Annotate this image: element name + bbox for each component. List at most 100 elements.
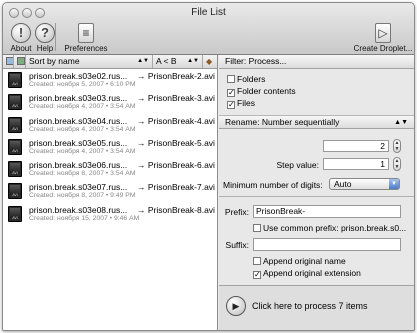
about-label: About <box>10 44 32 53</box>
file-list-pane: Sort by name ▲▼ A < B ▲▼ ◆ AVI prison.br… <box>3 55 218 330</box>
file-new-name: → PrisonBreak-8.avi <box>137 204 215 215</box>
file-list-item[interactable]: AVI prison.break.s03e08.rus... → PrisonB… <box>3 203 217 225</box>
rename-section: Rename: Number sequentially ▲▼ First num… <box>219 115 414 285</box>
folder-contents-checkbox[interactable]: ✓ Folder contents <box>227 86 296 97</box>
file-new-name: → PrisonBreak-6.avi <box>137 160 215 171</box>
filter-header[interactable]: Filter: Process... <box>219 55 414 69</box>
about-icon: ! <box>11 23 31 43</box>
file-list: AVI prison.break.s03e02.rus... → PrisonB… <box>3 69 217 225</box>
about-button[interactable]: ! About <box>9 23 33 53</box>
add-files-icon <box>6 57 13 65</box>
order-popup[interactable]: A < B ▲▼ <box>153 55 203 68</box>
rename-title: Rename: Number sequentially <box>225 117 340 127</box>
video-file-icon: AVI <box>8 183 22 200</box>
tag-icon: ◆ <box>206 57 213 66</box>
file-list-item[interactable]: AVI prison.break.s03e04.rus... → PrisonB… <box>3 114 217 136</box>
tag-column-button[interactable]: ◆ <box>203 55 217 68</box>
folders-label: Folders <box>237 74 266 84</box>
help-label: Help <box>36 44 54 53</box>
toolbar-separator <box>55 23 56 51</box>
file-new-name: → PrisonBreak-7.avi <box>137 182 215 193</box>
step-value-stepper[interactable]: ▲ ▼ <box>393 157 401 171</box>
file-created-date: Created: ноября 4, 2007 • 3:54 AM <box>29 125 136 133</box>
file-list-item[interactable]: AVI prison.break.s03e07.rus... → PrisonB… <box>3 180 217 202</box>
rename-popup-arrow-icon: ▲▼ <box>394 119 408 126</box>
sort-popup-arrow-icon: ▲▼ <box>137 58 149 64</box>
file-new-name: → PrisonBreak-5.avi <box>137 137 215 148</box>
folders-checkbox[interactable]: Folders <box>227 74 265 84</box>
step-value-field[interactable]: 1 <box>323 158 389 170</box>
file-created-date: Created: ноября 8, 2007 • 3:54 AM <box>29 170 136 178</box>
help-icon: ? <box>35 23 55 43</box>
create-droplet-button[interactable]: ▷ Create Droplet... <box>353 23 413 53</box>
files-label: Files <box>237 98 255 108</box>
create-droplet-label: Create Droplet... <box>353 44 413 53</box>
video-file-icon: AVI <box>8 116 22 133</box>
window-title: File List <box>191 7 226 18</box>
folders-checkbox-box <box>227 75 235 83</box>
remove-files-icon <box>17 57 25 65</box>
use-common-prefix-checkbox[interactable]: Use common prefix: prison.break.s0... <box>253 223 406 233</box>
settings-pane: Filter: Process... Folders ✓ Folder conte… <box>219 55 414 330</box>
file-list-window: File List ! About ? Help ≡ Preferences ▷… <box>2 2 415 331</box>
file-list-item[interactable]: AVI prison.break.s03e02.rus... → PrisonB… <box>3 69 217 91</box>
filter-section: Filter: Process... Folders ✓ Folder conte… <box>219 55 414 115</box>
preferences-icon: ≡ <box>78 23 94 43</box>
sort-popup[interactable]: Sort by name ▲▼ <box>26 55 153 68</box>
prefix-label: Prefix: <box>224 207 249 217</box>
toolbar: File List ! About ? Help ≡ Preferences ▷… <box>3 3 414 55</box>
remove-files-button[interactable] <box>14 55 26 68</box>
rename-divider <box>219 196 414 197</box>
use-common-prefix-label: Use common prefix: prison.break.s0... <box>263 223 407 233</box>
play-icon[interactable]: ▶ <box>226 296 246 316</box>
droplet-icon: ▷ <box>375 23 391 43</box>
file-new-name: → PrisonBreak-3.avi <box>137 93 215 104</box>
suffix-field[interactable] <box>253 238 401 251</box>
preferences-button[interactable]: ≡ Preferences <box>61 23 111 53</box>
file-name: prison.break.s03e06.rus... <box>29 160 128 171</box>
prefix-field[interactable]: PrisonBreak- <box>253 205 401 218</box>
add-files-button[interactable] <box>3 55 14 68</box>
append-original-extension-label: Append original extension <box>263 268 361 278</box>
video-file-icon: AVI <box>8 138 22 155</box>
process-label[interactable]: Click here to process 7 items <box>252 301 368 311</box>
min-digits-label: Minimum number of digits: <box>223 180 323 190</box>
file-created-date: Created: ноября 4, 2007 • 3:54 AM <box>29 103 136 111</box>
files-checkbox[interactable]: ✓ Files <box>227 98 255 109</box>
append-original-name-checkbox[interactable]: Append original name <box>253 256 346 266</box>
folder-contents-checkbox-box: ✓ <box>227 88 235 97</box>
file-list-item[interactable]: AVI prison.break.s03e05.rus... → PrisonB… <box>3 136 217 158</box>
file-new-name: → PrisonBreak-4.avi <box>137 115 215 126</box>
append-original-name-label: Append original name <box>263 256 346 266</box>
process-bar[interactable]: ▶ Click here to process 7 items <box>219 285 414 330</box>
file-name: prison.break.s03e08.rus... <box>29 204 128 215</box>
rename-method-popup[interactable]: Rename: Number sequentially ▲▼ <box>219 115 414 129</box>
file-list-item[interactable]: AVI prison.break.s03e03.rus... → PrisonB… <box>3 91 217 113</box>
append-original-extension-checkbox[interactable]: ✓ Append original extension <box>253 268 361 279</box>
file-new-name: → PrisonBreak-2.avi <box>137 71 215 81</box>
file-created-date: Created: ноября 5, 2007 • 6:10 PM <box>29 81 136 88</box>
first-number-field[interactable]: 2 <box>323 140 389 152</box>
min-digits-popup[interactable]: Auto ▼ <box>329 178 400 190</box>
append-original-extension-checkbox-box: ✓ <box>253 270 261 279</box>
help-button[interactable]: ? Help <box>34 23 56 53</box>
order-popup-label: A < B <box>156 56 177 66</box>
video-file-icon: AVI <box>8 94 22 111</box>
file-created-date: Created: ноября 4, 2007 • 3:54 AM <box>29 147 136 155</box>
order-popup-arrow-icon: ▲▼ <box>187 58 199 64</box>
list-header: Sort by name ▲▼ A < B ▲▼ ◆ <box>3 55 217 69</box>
file-created-date: Created: ноября 8, 2007 • 9:49 PM <box>29 192 136 200</box>
file-name: prison.break.s03e07.rus... <box>29 182 128 193</box>
file-name: prison.break.s03e04.rus... <box>29 115 128 126</box>
video-file-icon: AVI <box>8 161 22 178</box>
first-number-stepper[interactable]: ▲ ▼ <box>393 139 401 153</box>
filter-title: Filter: Process... <box>225 56 287 66</box>
min-digits-value: Auto <box>334 179 352 189</box>
file-name: prison.break.s03e05.rus... <box>29 137 128 148</box>
sort-popup-label: Sort by name <box>29 56 80 66</box>
use-common-prefix-checkbox-box <box>253 224 261 232</box>
suffix-label: Suffix: <box>225 240 249 250</box>
preferences-label: Preferences <box>64 44 108 53</box>
file-list-item[interactable]: AVI prison.break.s03e06.rus... → PrisonB… <box>3 158 217 180</box>
video-file-icon: AVI <box>8 205 22 222</box>
